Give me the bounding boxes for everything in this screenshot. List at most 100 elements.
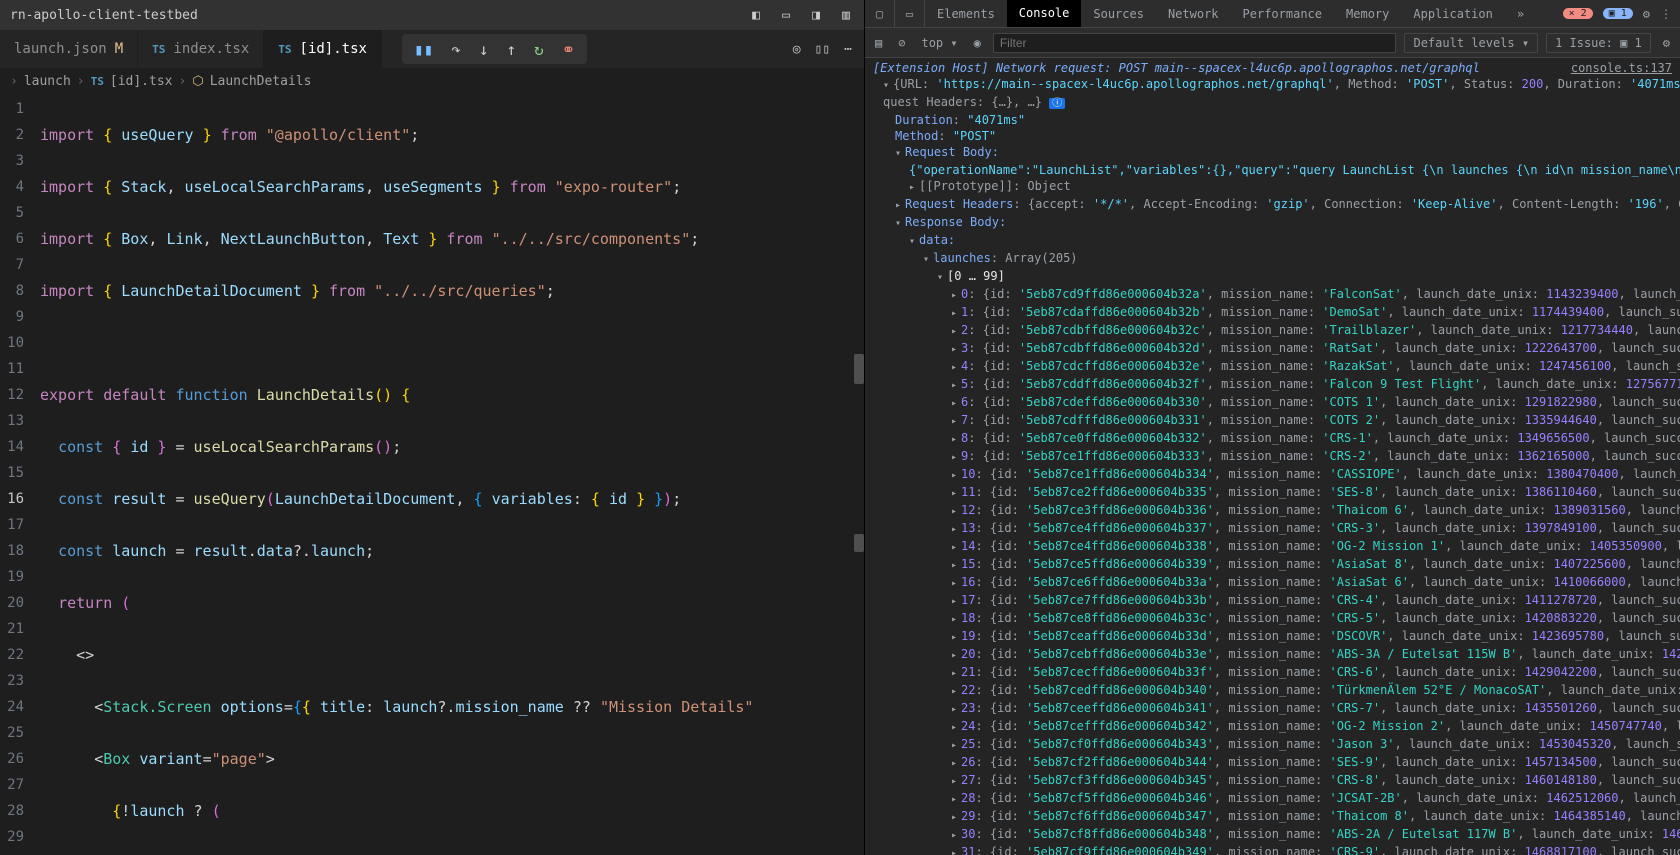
launch-row[interactable]: 18: {id: '5eb87ce8ffd86e000604b33c', mis… bbox=[865, 610, 1680, 628]
source-link[interactable]: console.ts:137 bbox=[1571, 60, 1680, 76]
ts-icon: TS bbox=[278, 43, 291, 56]
gutter: 1234567891011121314151617181920212223242… bbox=[0, 94, 40, 855]
tab-index-tsx[interactable]: TS index.tsx bbox=[138, 30, 264, 68]
chevron-icon: › bbox=[10, 74, 18, 89]
log-header: [Extension Host] Network request: POST m… bbox=[865, 61, 1488, 75]
launch-row[interactable]: 24: {id: '5eb87cefffd86e000604b342', mis… bbox=[865, 718, 1680, 736]
tab-launch-json[interactable]: launch.json M bbox=[0, 30, 138, 68]
layout-grid-icon[interactable]: ▥ bbox=[838, 7, 854, 23]
launch-row[interactable]: 5: {id: '5eb87cddffd86e000604b32f', miss… bbox=[865, 376, 1680, 394]
launch-row[interactable]: 17: {id: '5eb87ce7ffd86e000604b33b', mis… bbox=[865, 592, 1680, 610]
code-content[interactable]: import { useQuery } from "@apollo/client… bbox=[40, 94, 864, 855]
launch-row[interactable]: 9: {id: '5eb87ce1ffd86e000604b333', miss… bbox=[865, 448, 1680, 466]
chevron-icon: › bbox=[179, 74, 187, 89]
devtools-pane: ▢ ▭ ElementsConsoleSourcesNetworkPerform… bbox=[864, 0, 1680, 855]
devtools-tab-elements[interactable]: Elements bbox=[925, 0, 1007, 27]
clear-console-icon[interactable]: ⊘ bbox=[894, 34, 909, 52]
editor-pane: rn-apollo-client-testbed ◧ ▭ ◨ ▥ launch.… bbox=[0, 0, 864, 855]
inspect-icon[interactable]: ▢ bbox=[865, 0, 895, 27]
launch-row[interactable]: 20: {id: '5eb87cebffd86e000604b33e', mis… bbox=[865, 646, 1680, 664]
devtools-tab-console[interactable]: Console bbox=[1007, 0, 1082, 27]
dock-icon[interactable]: ⋮ bbox=[1660, 7, 1672, 21]
filter-input[interactable] bbox=[993, 33, 1397, 53]
console-toolbar: ▤ ⊘ top ▾ ◉ Default levels ▾ 1 Issue: ▣ … bbox=[865, 28, 1680, 58]
launch-row[interactable]: 2: {id: '5eb87cdbffd86e000604b32c', miss… bbox=[865, 322, 1680, 340]
launch-row[interactable]: 28: {id: '5eb87cf5ffd86e000604b346', mis… bbox=[865, 790, 1680, 808]
devtools-tab-network[interactable]: Network bbox=[1156, 0, 1231, 27]
context-selector[interactable]: top ▾ bbox=[917, 34, 961, 52]
devtools-tab-sources[interactable]: Sources bbox=[1081, 0, 1156, 27]
devtools-tabs: ▢ ▭ ElementsConsoleSourcesNetworkPerform… bbox=[865, 0, 1680, 28]
launch-row[interactable]: 21: {id: '5eb87cecffd86e000604b33f', mis… bbox=[865, 664, 1680, 682]
ts-icon: TS bbox=[152, 43, 165, 56]
breadcrumb[interactable]: › launch › TS [id].tsx › ⬡ LaunchDetails bbox=[0, 68, 864, 94]
debug-step-over-icon[interactable]: ↷ bbox=[451, 40, 461, 59]
crumb-file[interactable]: [id].tsx bbox=[110, 74, 173, 89]
launch-row[interactable]: 25: {id: '5eb87cf0ffd86e000604b343', mis… bbox=[865, 736, 1680, 754]
launch-row[interactable]: 31: {id: '5eb87cf9ffd86e000604b349', mis… bbox=[865, 844, 1680, 855]
launch-row[interactable]: 13: {id: '5eb87ce4ffd86e000604b337', mis… bbox=[865, 520, 1680, 538]
launch-row[interactable]: 19: {id: '5eb87ceaffd86e000604b33d', mis… bbox=[865, 628, 1680, 646]
scroll-thumb[interactable] bbox=[854, 534, 864, 552]
launch-row[interactable]: 15: {id: '5eb87ce5ffd86e000604b339', mis… bbox=[865, 556, 1680, 574]
launch-row[interactable]: 0: {id: '5eb87cd9ffd86e000604b32a', miss… bbox=[865, 286, 1680, 304]
sidebar-toggle-icon[interactable]: ▤ bbox=[871, 34, 886, 52]
launch-row[interactable]: 1: {id: '5eb87cdaffd86e000604b32b', miss… bbox=[865, 304, 1680, 322]
window-title: rn-apollo-client-testbed bbox=[10, 8, 748, 23]
launch-row[interactable]: 8: {id: '5eb87ce0ffd86e000604b332', miss… bbox=[865, 430, 1680, 448]
gear-icon[interactable]: ⚙ bbox=[1643, 7, 1650, 21]
file-label: [id].tsx bbox=[300, 41, 367, 57]
debug-step-into-icon[interactable]: ↓ bbox=[479, 40, 489, 59]
launch-row[interactable]: 27: {id: '5eb87cf3ffd86e000604b345', mis… bbox=[865, 772, 1680, 790]
launch-row[interactable]: 10: {id: '5eb87ce1ffd86e000604b334', mis… bbox=[865, 466, 1680, 484]
error-count[interactable]: × 2 bbox=[1563, 8, 1593, 19]
debug-toolbar: ▮▮ ↷ ↓ ↑ ↻ ⚭ bbox=[402, 34, 587, 64]
issues-button[interactable]: 1 Issue: ▣ 1 bbox=[1546, 33, 1651, 53]
launch-row[interactable]: 14: {id: '5eb87ce4ffd86e000604b338', mis… bbox=[865, 538, 1680, 556]
code-area[interactable]: 1234567891011121314151617181920212223242… bbox=[0, 94, 864, 855]
info-count[interactable]: ▣ 1 bbox=[1603, 8, 1633, 19]
layout-right-icon[interactable]: ◨ bbox=[808, 7, 824, 23]
launch-row[interactable]: 6: {id: '5eb87cdeffd86e000604b330', miss… bbox=[865, 394, 1680, 412]
launch-row[interactable]: 30: {id: '5eb87cf8ffd86e000604b348', mis… bbox=[865, 826, 1680, 844]
launch-row[interactable]: 7: {id: '5eb87cdfffd86e000604b331', miss… bbox=[865, 412, 1680, 430]
launch-row[interactable]: 3: {id: '5eb87cdbffd86e000604b32d', miss… bbox=[865, 340, 1680, 358]
devtools-tab-memory[interactable]: Memory bbox=[1334, 0, 1401, 27]
layout-bottom-icon[interactable]: ▭ bbox=[778, 7, 794, 23]
layout-left-icon[interactable]: ◧ bbox=[748, 7, 764, 23]
settings-icon[interactable]: ⚙ bbox=[1659, 34, 1674, 52]
more-tabs-icon[interactable]: » bbox=[1505, 0, 1536, 27]
launch-row[interactable]: 4: {id: '5eb87cdcffd86e000604b32e', miss… bbox=[865, 358, 1680, 376]
title-bar: rn-apollo-client-testbed ◧ ▭ ◨ ▥ bbox=[0, 0, 864, 30]
console-output[interactable]: console.ts:137 [Extension Host] Network r… bbox=[865, 58, 1680, 855]
minimap-scrollbar[interactable] bbox=[850, 94, 864, 855]
devtools-tab-performance[interactable]: Performance bbox=[1231, 0, 1334, 27]
ts-icon: TS bbox=[91, 75, 104, 88]
launch-row[interactable]: 16: {id: '5eb87ce6ffd86e000604b33a', mis… bbox=[865, 574, 1680, 592]
launch-row[interactable]: 29: {id: '5eb87cf6ffd86e000604b347', mis… bbox=[865, 808, 1680, 826]
file-label: launch.json bbox=[14, 41, 107, 57]
split-icon[interactable]: ▯▯ bbox=[815, 42, 831, 57]
scroll-thumb[interactable] bbox=[854, 354, 864, 384]
debug-pause-icon[interactable]: ▮▮ bbox=[414, 40, 433, 59]
debug-restart-icon[interactable]: ↻ bbox=[534, 40, 544, 59]
launch-row[interactable]: 22: {id: '5eb87cedffd86e000604b340', mis… bbox=[865, 682, 1680, 700]
tab-id-tsx[interactable]: TS [id].tsx bbox=[264, 30, 382, 68]
modified-badge: M bbox=[115, 41, 123, 57]
symbol-icon: ⬡ bbox=[192, 74, 203, 89]
debug-step-out-icon[interactable]: ↑ bbox=[507, 40, 517, 59]
device-icon[interactable]: ▭ bbox=[895, 0, 925, 27]
crumb-folder[interactable]: launch bbox=[24, 74, 71, 89]
more-icon[interactable]: ⋯ bbox=[844, 42, 852, 57]
launch-row[interactable]: 11: {id: '5eb87ce2ffd86e000604b335', mis… bbox=[865, 484, 1680, 502]
log-levels-select[interactable]: Default levels ▾ bbox=[1404, 33, 1538, 53]
file-label: index.tsx bbox=[173, 41, 249, 57]
debug-disconnect-icon[interactable]: ⚭ bbox=[562, 40, 575, 59]
launch-row[interactable]: 26: {id: '5eb87cf2ffd86e000604b344', mis… bbox=[865, 754, 1680, 772]
launch-row[interactable]: 12: {id: '5eb87ce3ffd86e000604b336', mis… bbox=[865, 502, 1680, 520]
compare-icon[interactable]: ◎ bbox=[793, 42, 801, 57]
devtools-tab-application[interactable]: Application bbox=[1401, 0, 1504, 27]
eye-icon[interactable]: ◉ bbox=[970, 34, 985, 52]
launch-row[interactable]: 23: {id: '5eb87ceeffd86e000604b341', mis… bbox=[865, 700, 1680, 718]
crumb-symbol[interactable]: LaunchDetails bbox=[210, 74, 312, 89]
